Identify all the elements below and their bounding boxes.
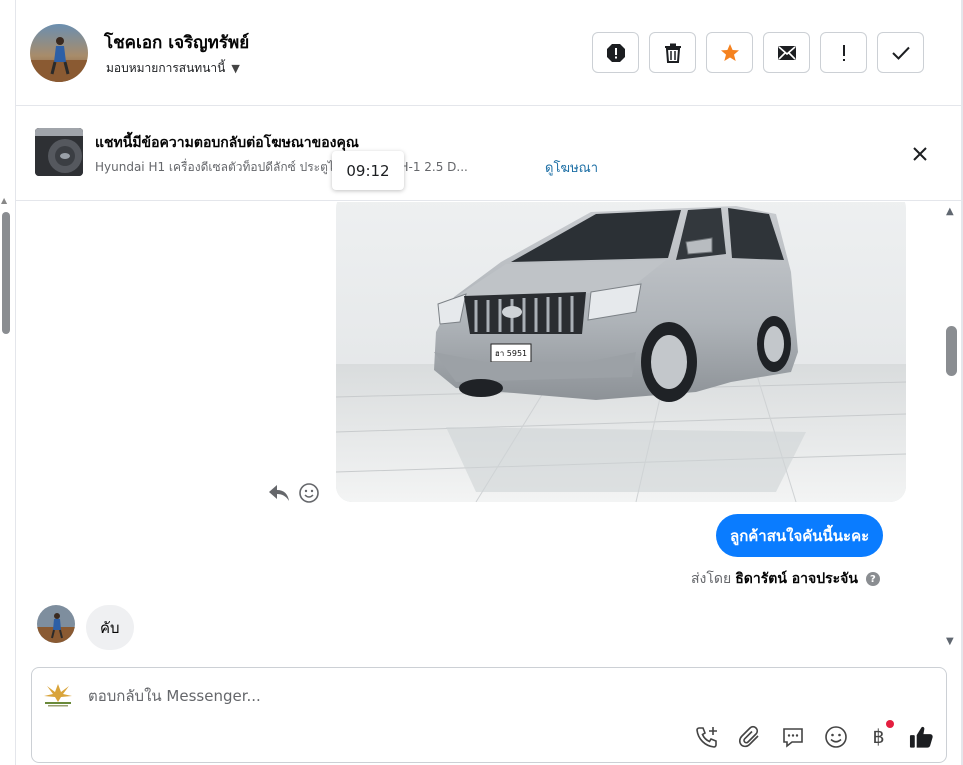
view-ad-link[interactable]: ดูโฆษณา [545, 157, 598, 178]
contact-avatar[interactable] [30, 24, 88, 82]
left-panel-edge: ▲ [0, 0, 16, 765]
emoji-button[interactable] [823, 724, 848, 749]
contact-avatar-small[interactable] [37, 605, 75, 643]
sent-by-line: ส่งโดย ธิดารัตน์ อาจประจัน ? [691, 568, 880, 590]
license-plate-text: ฮา 5951 [495, 349, 527, 358]
assign-conversation-dropdown[interactable]: มอบหมายการสนทนานี้ ▼ [106, 59, 240, 78]
contact-name[interactable]: โชคเอก เจริญทรัพย์ [104, 29, 249, 56]
ad-description: Hyundai H1 เครื่องดีเซลตัวท็อปดีลักซ์ ปร… [95, 160, 468, 174]
call-add-icon [695, 726, 717, 748]
check-icon [891, 46, 910, 60]
envelope-icon [777, 45, 796, 60]
sent-by-name: ธิดารัตน์ อาจประจัน [735, 571, 858, 587]
timestamp-tooltip: 09:12 [332, 151, 404, 190]
exclamation-icon [842, 44, 845, 61]
ad-banner-title: แชทนี้มีข้อความตอบกลับต่อโฆษณาของคุณ [95, 135, 359, 151]
call-add-button[interactable] [694, 724, 719, 749]
car-image-attachment[interactable]: ฮา 5951 [336, 202, 906, 502]
composer-tools: ฿ [694, 720, 934, 749]
message-list: ฮา 5951 ลูกค้าสนใจคันนี้นะคะ ส่งโดย ธิดา [16, 202, 946, 657]
emoji-icon [824, 725, 847, 748]
saved-reply-icon [782, 727, 803, 748]
thumbs-up-icon [909, 726, 933, 748]
conversation-header: โชคเอก เจริญทรัพย์ มอบหมายการสนทนานี้ ▼ [16, 0, 961, 106]
payment-icon: ฿ [872, 725, 885, 748]
attachment-icon [738, 725, 759, 747]
ad-reply-banner: แชทนี้มีข้อความตอบกลับต่อโฆษณาของคุณ Hyu… [16, 107, 961, 201]
thumbs-up-button[interactable] [909, 724, 934, 749]
notification-dot [886, 720, 894, 728]
outgoing-message-bubble[interactable]: ลูกค้าสนใจคันนี้นะคะ [716, 514, 884, 557]
sent-by-prefix: ส่งโดย [691, 571, 732, 587]
emoji-react-icon[interactable] [298, 482, 320, 508]
message-scroll-up-arrow-icon[interactable]: ▲ [946, 206, 954, 217]
alert-octagon-icon [606, 43, 625, 62]
scroll-up-arrow-icon[interactable]: ▲ [1, 196, 7, 205]
message-composer: ฿ [31, 667, 947, 763]
page-logo-icon [41, 680, 75, 708]
star-button[interactable] [706, 32, 753, 73]
payment-button[interactable]: ฿ [866, 720, 894, 749]
follow-up-button[interactable] [820, 32, 867, 73]
spam-button[interactable] [592, 32, 639, 73]
incoming-message-bubble[interactable]: คับ [86, 605, 134, 650]
left-scrollbar-thumb[interactable] [2, 212, 10, 334]
reply-icon[interactable] [268, 483, 290, 507]
conversation-actions [592, 32, 924, 73]
delete-button[interactable] [649, 32, 696, 73]
caret-down-icon: ▼ [231, 62, 240, 75]
trash-icon [664, 43, 681, 63]
star-icon [720, 43, 739, 61]
reply-input[interactable] [88, 684, 908, 708]
help-icon[interactable]: ? [865, 572, 880, 586]
assign-label: มอบหมายการสนทนานี้ [106, 61, 226, 75]
close-icon [913, 147, 927, 161]
attach-button[interactable] [737, 724, 762, 749]
ad-thumbnail[interactable] [35, 128, 83, 176]
message-scrollbar-thumb[interactable] [946, 326, 957, 376]
mark-done-button[interactable] [877, 32, 924, 73]
message-scroll-down-arrow-icon[interactable]: ▼ [946, 636, 954, 647]
close-banner-button[interactable] [909, 143, 931, 165]
mark-unread-button[interactable] [763, 32, 810, 73]
messenger-conversation-panel: ▲ โชคเอก เจริญทรัพย์ มอบหมายการสนทนานี้ [0, 0, 963, 765]
saved-reply-button[interactable] [780, 724, 805, 749]
